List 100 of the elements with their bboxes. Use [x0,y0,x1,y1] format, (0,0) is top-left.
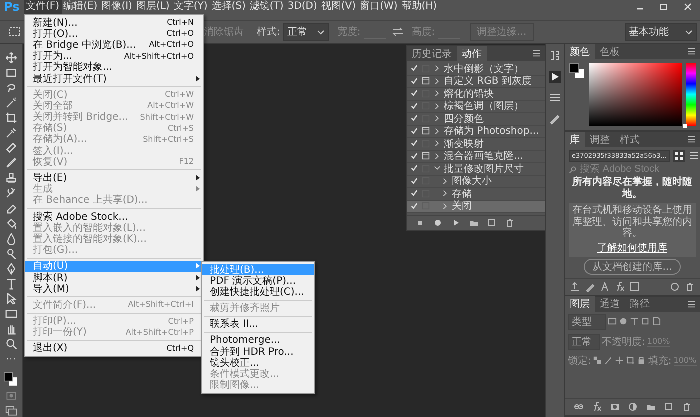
folder-icon[interactable] [469,218,479,228]
color-swatches-icon[interactable] [3,372,19,387]
create-library-button[interactable]: 从文档创建的库... [584,258,682,274]
menu-item[interactable]: 批处理(B)... [202,264,314,276]
marquee-icon[interactable] [4,67,18,80]
action-row[interactable]: 批量修改图片尺寸 [407,163,545,176]
panel-menu-icon[interactable] [687,48,696,55]
fx-icon[interactable] [615,282,625,292]
blend-mode-dropdown[interactable]: 正常 [568,334,600,350]
action-row[interactable]: 存储为 Photoshop... [407,126,545,138]
play-icon[interactable] [549,71,561,83]
zoom-icon[interactable] [4,338,18,350]
menu-item[interactable]: 在 Bridge 中浏览(B)... Alt+Ctrl+O [25,39,203,51]
close-icon[interactable] [683,2,693,12]
grid-view-icon[interactable] [672,150,685,162]
checkmark-icon[interactable] [410,164,419,174]
menu-item[interactable]: 退出(X) Ctrl+Q [25,342,203,354]
menu-bar-item[interactable]: 图层(L) [134,0,172,14]
menu-item[interactable]: 镜头校正... [202,357,314,368]
stamp-icon[interactable] [4,172,18,184]
panel-tab[interactable]: 调整 [585,132,615,148]
checkerboard-icon[interactable] [593,356,602,365]
upload-icon[interactable] [570,282,580,292]
chevron-icon[interactable] [434,152,441,160]
panel-tab[interactable]: 色板 [595,44,625,60]
trash-icon[interactable] [685,282,695,292]
chevron-icon[interactable] [442,190,449,198]
crop-icon[interactable] [626,356,636,365]
menu-bar-item[interactable]: 选择(S) [210,0,248,14]
chevron-icon[interactable] [434,78,441,85]
filter-dropdown[interactable]: 类型 [568,314,606,330]
chevron-icon[interactable] [434,65,441,72]
panel-menu-icon[interactable] [532,50,541,57]
action-step-row[interactable]: 关闭 [407,200,545,213]
wand-icon[interactable] [4,97,18,110]
workspace-dropdown[interactable]: 基本功能 [625,23,697,41]
list-view-icon[interactable] [688,150,700,162]
checkmark-icon[interactable] [410,189,419,198]
menu-bar-item[interactable]: 编辑(E) [62,0,100,14]
menu-item[interactable]: 合并到 HDR Pro... [202,346,314,358]
lock-icon[interactable] [637,356,646,365]
lasso-icon[interactable] [4,82,18,94]
trash-icon[interactable] [505,218,515,228]
move-icon[interactable] [615,356,624,365]
menu-item[interactable]: 最近打开文件(T) [25,72,203,84]
checkmark-icon[interactable] [410,126,419,136]
checkmark-icon[interactable] [410,202,419,211]
style-dropdown[interactable]: 正常 [283,23,330,41]
chevron-icon[interactable] [442,202,449,210]
menu-item[interactable]: 搜索 Adobe Stock... [25,211,203,222]
checkmark-icon[interactable] [410,176,419,186]
action-row[interactable]: 棕褐色调（图层） [407,100,545,113]
action-row[interactable]: 渐变映射 [407,138,545,150]
panel-menu-icon[interactable] [687,136,696,143]
action-row[interactable]: 混合器画笔克隆... [407,150,545,163]
menu-bar-item[interactable]: 文字(Y) [172,0,210,14]
color-swatches-icon[interactable] [569,63,585,79]
marquee-icon[interactable] [8,25,22,39]
menu-item[interactable]: 导入(M) [25,283,203,294]
menu-bar-item[interactable]: 文件(F) [24,0,62,14]
action-row[interactable]: 熔化的铅块 [407,88,545,100]
trash-icon[interactable] [682,402,692,412]
drop-icon[interactable] [4,232,18,245]
menu-bar-item[interactable]: 3D(D) [286,0,320,14]
chevron-icon[interactable] [434,90,441,98]
menu-bar-item[interactable]: 滤镜(T) [248,0,286,14]
restore-icon[interactable] [659,2,669,12]
crop-icon[interactable] [4,112,18,124]
menu-item[interactable]: 导出(E) [25,172,203,184]
circle-icon[interactable] [619,317,628,326]
checkmark-icon[interactable] [410,76,419,86]
panel-tab[interactable]: 颜色 [565,44,595,60]
checkmark-icon[interactable] [410,64,419,74]
fx-icon[interactable] [592,402,602,412]
record-icon[interactable] [433,218,443,228]
text-icon[interactable] [4,278,18,290]
menu-item[interactable]: 脚本(R) [25,272,203,284]
chevron-icon[interactable] [434,128,441,135]
panel-menu-icon[interactable] [687,300,696,308]
rectangle-icon[interactable] [4,308,18,320]
folder-icon[interactable] [646,402,656,412]
link-icon[interactable] [574,402,584,412]
color-picker-field[interactable] [589,63,682,126]
chevron-icon[interactable] [434,102,441,110]
menu-item[interactable]: Photomerge... [202,334,314,346]
menu-item[interactable]: 新建(N)... Ctrl+N [25,17,203,28]
chevron-icon[interactable] [442,178,449,185]
learn-link[interactable]: 了解如何使用库 [598,240,668,254]
action-row[interactable]: 自定义 RGB 到灰度 [407,76,545,88]
pen-icon[interactable] [4,262,18,275]
square-icon[interactable] [630,282,640,292]
bucket-icon[interactable] [4,218,18,230]
panel-tab[interactable]: 库 [565,132,585,148]
chevron-icon[interactable] [434,165,441,172]
arrow-icon[interactable] [4,292,18,305]
menu-bar-item[interactable]: 图像(I) [100,0,134,14]
new-icon[interactable] [487,218,497,228]
checkmark-icon[interactable] [410,102,419,111]
action-row[interactable]: 水中倒影（文字） [407,63,545,76]
panel-tab[interactable]: 路径 [625,296,655,312]
